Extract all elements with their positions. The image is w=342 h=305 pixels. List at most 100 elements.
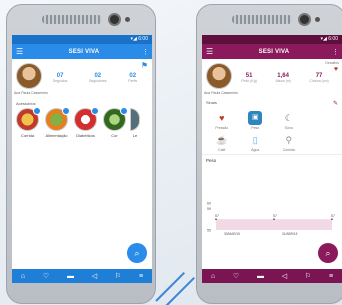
menu-icon[interactable]: ☰: [206, 47, 216, 56]
avatar[interactable]: [206, 63, 232, 89]
profile-header: Ana Paula Cassemiro 51 Peso (Kg) 1,64 Al…: [202, 59, 342, 95]
camera: [298, 13, 311, 26]
card-icon[interactable]: ▬: [67, 273, 74, 280]
empty-slot: [315, 111, 329, 125]
category-label: Alimentação: [45, 133, 68, 138]
sign-item[interactable]: ♥ Pressão: [205, 111, 239, 130]
category-item[interactable]: Diabéticos: [72, 107, 99, 138]
search-fab[interactable]: ⌕: [318, 243, 338, 263]
speaker-grille: [232, 15, 292, 24]
sign-label: Pressão: [215, 126, 229, 130]
sign-item[interactable]: ☕ Café: [205, 133, 239, 152]
stat-label: Seguidos: [52, 79, 68, 83]
bottom-nav: ⌂ ♡ ▬ ◁ ⚐ ≡: [12, 269, 152, 283]
section-title: Sinais: [206, 100, 217, 105]
data-label: 57: [215, 214, 219, 218]
stat-perfis[interactable]: 02 Perfis: [128, 73, 137, 83]
section-title: Acessórios: [16, 101, 36, 106]
heart-rate-icon: ♥: [219, 113, 225, 123]
menu-icon[interactable]: ☰: [16, 47, 26, 56]
overflow-menu-icon[interactable]: ⋮: [142, 48, 149, 56]
stat-label: Peso (Kg): [241, 79, 257, 83]
edit-icon[interactable]: ✎: [333, 100, 338, 107]
weight-chart: 6059 55 57 57 57 30/MAR/15 01/ABR/15: [207, 202, 335, 237]
sign-item[interactable]: ☾ Sono: [272, 111, 306, 130]
brand-logo: SESI VIVA: [258, 48, 290, 55]
home-icon[interactable]: ⌂: [21, 273, 25, 280]
list-icon[interactable]: ≡: [139, 273, 143, 280]
chart-area: [216, 219, 332, 230]
search-fab[interactable]: ⌕: [127, 243, 147, 263]
brand-logo: SESI VIVA: [68, 48, 100, 55]
avatar[interactable]: [16, 63, 42, 89]
stat-altura[interactable]: 1,64 Altura (m): [275, 73, 290, 83]
sign-item[interactable]: ⚲ Comida: [272, 133, 306, 152]
sleep-icon: ☾: [284, 113, 293, 123]
heart-icon[interactable]: ♡: [233, 272, 239, 280]
stat-seguidores[interactable]: 02 Seguidores: [89, 73, 107, 83]
sign-item[interactable]: ▣ Peso: [239, 111, 273, 130]
signs-grid: ♥ Pressão ▣ Peso ☾ Sono ☕ Café ▯ Água ⚲ …: [202, 109, 342, 154]
overflow-menu-icon[interactable]: ⋮: [332, 48, 339, 56]
heart-icon[interactable]: ♡: [43, 272, 49, 280]
x-tick-label: 01/ABR/15: [282, 232, 298, 236]
megaphone-icon[interactable]: ◁: [282, 272, 287, 280]
sensor: [125, 17, 130, 22]
card-icon[interactable]: ▬: [257, 273, 264, 280]
heart-badge-icon[interactable]: ♥: [334, 66, 338, 73]
megaphone-icon[interactable]: ◁: [92, 272, 97, 280]
sign-label: Comida: [282, 148, 295, 152]
flag-icon[interactable]: ⚑: [141, 61, 148, 70]
chart-point[interactable]: [331, 218, 333, 220]
chart-point[interactable]: [215, 218, 217, 220]
stat-label: Cintura (cm): [309, 79, 329, 83]
badge-icon: [33, 107, 41, 115]
sign-item[interactable]: ▯ Água: [239, 133, 273, 152]
section-header: Sinais ✎: [202, 98, 342, 109]
app-bar: ☰ SESI VIVA ⋮: [202, 44, 342, 59]
category-label: Diabéticos: [76, 133, 95, 138]
chart-title: Peso: [202, 154, 342, 164]
category-item[interactable]: Corrida: [14, 107, 41, 138]
screen-left: ▾◢ 6:00 ☰ SESI VIVA ⋮ Ana Paula Cassemir…: [12, 35, 152, 283]
search-icon: ⌕: [134, 248, 140, 258]
stat-seguidos[interactable]: 07 Seguidos: [53, 73, 68, 83]
category-item[interactable]: Le: [130, 108, 140, 138]
stat-cintura[interactable]: 77 Cintura (cm): [309, 73, 328, 83]
speaker-grille: [42, 15, 102, 24]
search-icon: ⌕: [325, 248, 331, 258]
bottom-nav: ⌂ ♡ ▬ ◁ ⚐ ≡: [202, 269, 342, 283]
profile-stats: 07 Seguidos 02 Seguidores 02 Perfis: [42, 73, 148, 83]
sign-label: Café: [218, 148, 226, 152]
profile-header: Ana Paula Cassemiro 07 Seguidos 02 Segui…: [12, 59, 152, 95]
category-image: [130, 108, 140, 131]
list-icon[interactable]: ≡: [329, 273, 333, 280]
category-item[interactable]: Alimentação: [43, 107, 70, 138]
x-tick-label: 30/MAR/15: [224, 232, 240, 236]
sensor: [315, 17, 320, 22]
category-label: Corrida: [20, 133, 35, 138]
chart-point[interactable]: [273, 218, 275, 220]
water-icon: ▯: [252, 135, 258, 145]
data-label: 57: [331, 214, 335, 218]
profile-name: Ana Paula Cassemiro: [204, 91, 238, 95]
sign-label: Peso: [251, 126, 260, 130]
y-tick-label: 55: [207, 229, 211, 233]
sign-item: [306, 111, 340, 130]
phone-right: ▾◢ 6:00 ☰ SESI VIVA ⋮ Ana Paula Cassemir…: [196, 4, 342, 304]
category-label: Le: [132, 133, 138, 138]
category-item[interactable]: Cor: [101, 107, 128, 138]
status-bar: ▾◢ 6:00: [202, 35, 342, 44]
stat-label: Seguidores: [88, 79, 107, 83]
stat-peso[interactable]: 51 Peso (Kg): [241, 73, 257, 83]
stat-label: Perfis: [128, 79, 138, 83]
coffee-icon: ☕: [216, 135, 228, 145]
category-carousel: Corrida Alimentação Diabéticos Cor Le: [12, 107, 152, 138]
flag-nav-icon[interactable]: ⚐: [305, 272, 311, 280]
home-icon[interactable]: ⌂: [211, 273, 215, 280]
profile-name: Ana Paula Cassemiro: [14, 91, 48, 95]
badge-icon: [62, 107, 70, 115]
sign-label: Sono: [284, 126, 293, 130]
top-right-label[interactable]: Desafios: [325, 61, 339, 65]
flag-nav-icon[interactable]: ⚐: [115, 272, 121, 280]
